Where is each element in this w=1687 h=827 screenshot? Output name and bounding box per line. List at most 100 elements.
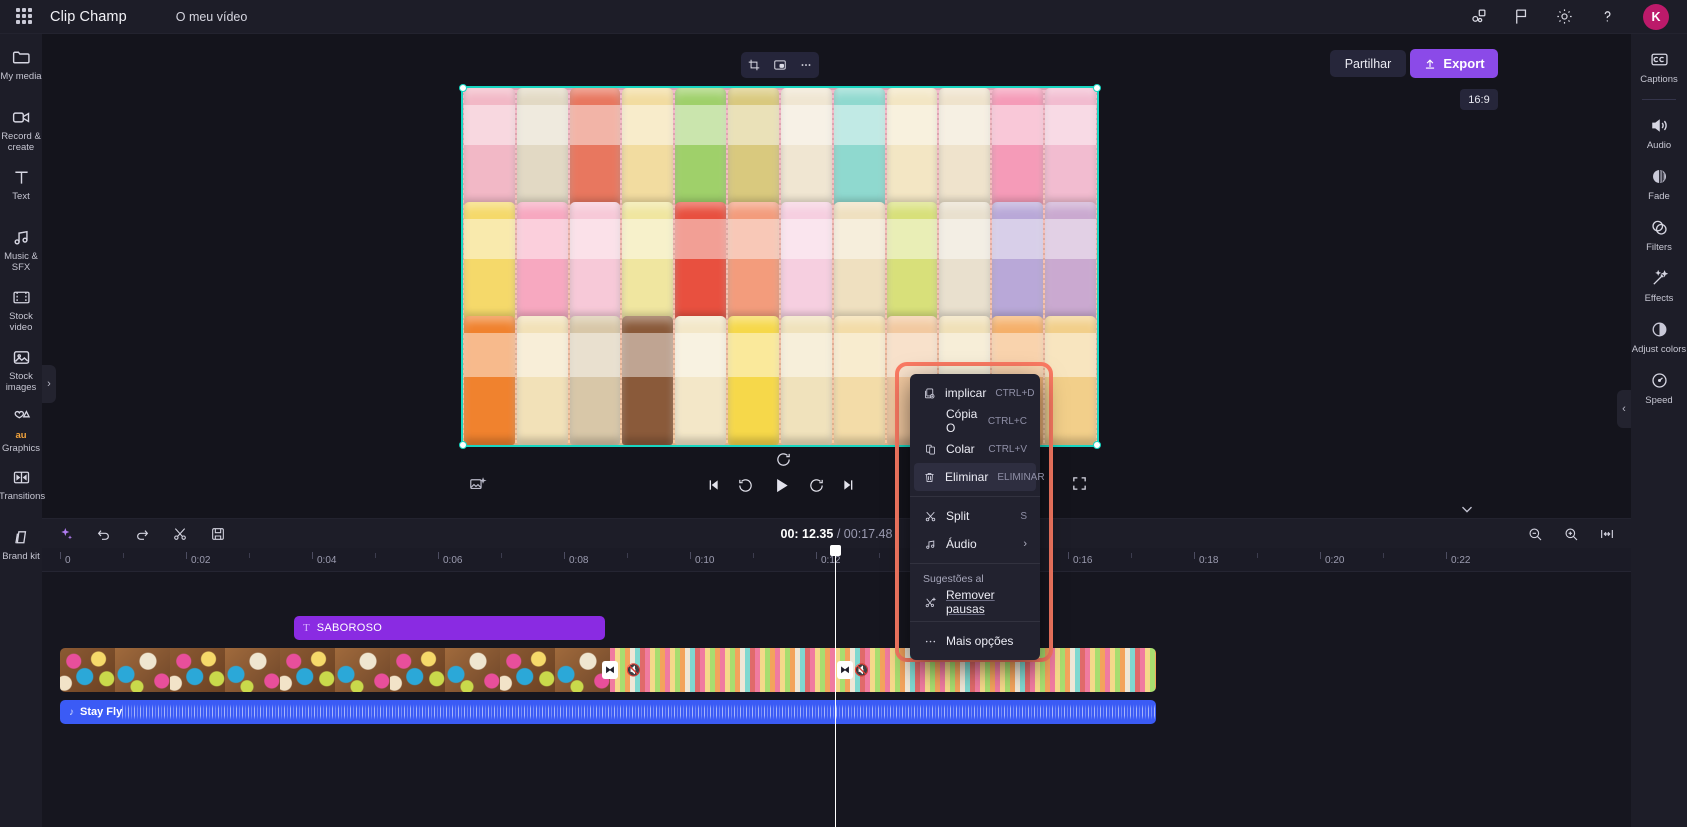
video-thumbnail xyxy=(775,648,830,692)
context-menu-item-label: Áudio xyxy=(946,537,977,551)
cut-icon[interactable] xyxy=(172,526,188,542)
skip-forward-button[interactable] xyxy=(841,477,857,493)
mute-icon[interactable]: 🔇 xyxy=(626,663,641,677)
resize-handle-top-left[interactable] xyxy=(459,84,467,92)
project-name[interactable]: O meu vídeo xyxy=(176,10,248,24)
sidebar-item-music-sfx[interactable]: Music & SFX xyxy=(0,226,42,274)
help-icon[interactable] xyxy=(1597,7,1617,27)
ruler-tick-label: 0:10 xyxy=(695,555,715,566)
ruler-tick-label: 0:08 xyxy=(569,555,589,566)
fit-timeline-icon[interactable] xyxy=(1599,526,1615,542)
collapse-preview-icon[interactable] xyxy=(1458,500,1476,518)
auto-compose-icon[interactable] xyxy=(468,475,487,494)
context-menu[interactable]: implicar CTRL+D Cópia O CTRL+C Colar CTR… xyxy=(910,374,1045,660)
context-menu-item-audio[interactable]: Áudio › xyxy=(914,530,1036,558)
rail-item-filters[interactable]: Filters xyxy=(1631,216,1687,253)
brandkit-icon xyxy=(11,526,32,548)
ai-sparkle-icon[interactable] xyxy=(58,526,74,542)
sidebar-item-brand-kit[interactable]: Brand kit xyxy=(0,526,42,574)
brand-title[interactable]: Clip Champ xyxy=(50,9,127,25)
flag-icon[interactable] xyxy=(1511,7,1531,27)
video-thumbnail xyxy=(500,648,555,692)
resize-handle-bottom-left[interactable] xyxy=(459,441,467,449)
rail-item-effects[interactable]: Effects xyxy=(1631,267,1687,304)
context-menu-item-copy[interactable]: Cópia O CTRL+C xyxy=(914,407,1036,435)
ruler-tick-label: 0:16 xyxy=(1073,555,1093,566)
sidebar-item-record-create[interactable]: Record & create xyxy=(0,106,42,154)
playhead-handle[interactable] xyxy=(830,545,841,556)
context-menu-item-paste[interactable]: Colar CTRL+V xyxy=(914,435,1036,463)
settings-gear-icon[interactable] xyxy=(1554,7,1574,27)
play-button[interactable] xyxy=(771,475,792,496)
total-time: 00:17.48 xyxy=(843,526,893,541)
zoom-in-icon[interactable] xyxy=(1563,526,1579,542)
rail-item-adjust-colors[interactable]: Adjust colors xyxy=(1631,318,1687,355)
aspect-ratio-chip[interactable]: 16:9 xyxy=(1460,89,1498,110)
sidebar-item-my-media[interactable]: My media xyxy=(0,46,42,94)
sidebar-item-stock-images[interactable]: Stock images xyxy=(0,346,42,394)
video-segment-a[interactable] xyxy=(60,648,610,692)
ruler-tick-label: 0:04 xyxy=(317,555,337,566)
save-icon[interactable] xyxy=(210,526,226,542)
zoom-out-icon[interactable] xyxy=(1527,526,1543,542)
top-bar: Clip Champ O meu vídeo K xyxy=(0,0,1687,34)
rail-item-label: Fade xyxy=(1648,191,1670,202)
rewind-5-button[interactable] xyxy=(737,477,754,494)
right-panel-expander[interactable]: ‹ xyxy=(1617,390,1631,428)
integrations-icon[interactable] xyxy=(1468,7,1488,27)
sidebar-item-label: Graphics xyxy=(1,443,40,454)
context-menu-separator xyxy=(910,563,1040,564)
graphics-badge: au xyxy=(15,430,27,441)
rotate-icon[interactable] xyxy=(775,451,792,468)
current-time: 00: 12.35 xyxy=(780,526,834,541)
rail-item-label: Adjust colors xyxy=(1631,344,1687,355)
skip-back-button[interactable] xyxy=(705,477,721,493)
context-menu-item-duplicate[interactable]: implicar CTRL+D xyxy=(914,379,1036,407)
clip-trim-handle-left[interactable]: ⧓ xyxy=(602,661,618,679)
timeline-text-clip[interactable]: T SABOROSO xyxy=(294,616,605,640)
sidebar-item-transitions[interactable]: Transitions xyxy=(0,466,45,514)
pip-icon[interactable] xyxy=(773,58,787,72)
crop-icon[interactable] xyxy=(747,58,761,72)
duplicate-icon xyxy=(923,387,936,400)
video-thumbnail xyxy=(335,648,390,692)
forward-5-button[interactable] xyxy=(808,477,825,494)
text-icon xyxy=(11,166,32,188)
more-options-icon[interactable] xyxy=(799,58,813,72)
resize-handle-top-right[interactable] xyxy=(1093,84,1101,92)
resize-handle-bottom-right[interactable] xyxy=(1093,441,1101,449)
trash-icon xyxy=(923,471,936,484)
video-segment-b[interactable] xyxy=(610,648,1156,692)
timeline-area[interactable]: 0 0:02 0:04 0:06 0:08 0:10 0:12 0:14 0:1… xyxy=(42,548,1631,827)
fullscreen-icon[interactable] xyxy=(1071,475,1088,492)
sidebar-item-label: Record & create xyxy=(1,131,41,153)
context-menu-item-remove-pauses[interactable]: Remover pausas xyxy=(914,588,1036,616)
rail-item-audio[interactable]: Audio xyxy=(1631,114,1687,151)
app-launcher-icon[interactable] xyxy=(16,7,34,26)
sidebar-item-label: My media xyxy=(0,71,42,82)
remove-pauses-icon xyxy=(923,596,937,609)
video-thumbnail xyxy=(720,648,775,692)
left-panel-expander[interactable]: › xyxy=(42,365,56,403)
context-menu-item-delete[interactable]: Eliminar ELIMINAR xyxy=(914,463,1045,491)
timeline-audio-clip[interactable]: ♪ Stay Fly xyxy=(60,700,1156,724)
export-button[interactable]: Export xyxy=(1410,49,1498,78)
ruler-tick-label: 0:20 xyxy=(1325,555,1345,566)
rail-item-captions[interactable]: Captions xyxy=(1631,48,1687,85)
submenu-arrow-icon: › xyxy=(1023,538,1027,550)
avatar[interactable]: K xyxy=(1643,3,1669,30)
rail-item-fade[interactable]: Fade xyxy=(1631,165,1687,202)
context-menu-item-more-options[interactable]: Mais opções xyxy=(914,627,1036,655)
undo-icon[interactable] xyxy=(96,526,112,542)
context-menu-item-split[interactable]: Split S xyxy=(914,502,1036,530)
rail-item-speed[interactable]: Speed xyxy=(1631,369,1687,406)
sidebar-item-text[interactable]: Text xyxy=(0,166,42,214)
sidebar-item-graphics[interactable]: au Graphics xyxy=(0,406,42,454)
redo-icon[interactable] xyxy=(134,526,150,542)
share-button[interactable]: Partilhar xyxy=(1330,50,1406,77)
video-thumbnail xyxy=(1050,648,1105,692)
sidebar-item-stock-video[interactable]: Stock video xyxy=(0,286,42,334)
ruler-tick-label: 0:12 xyxy=(821,555,841,566)
clip-trim-handle-right[interactable]: ⧓ xyxy=(837,661,853,679)
mute-icon[interactable]: 🔇 xyxy=(854,663,869,677)
